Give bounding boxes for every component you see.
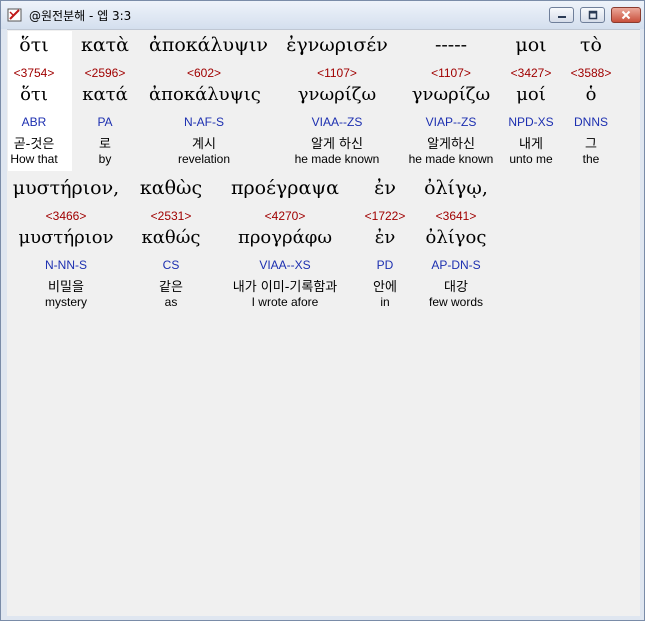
parsing-code: DNNS: [573, 115, 608, 129]
english-gloss: as: [164, 295, 178, 309]
lemma: καθώς: [141, 227, 201, 248]
korean-gloss: 알게 하신: [311, 137, 363, 152]
lemma: προγράφω: [237, 227, 333, 248]
english-gloss: I wrote afore: [251, 295, 319, 309]
strong-number: <3641>: [435, 209, 477, 223]
greek-word[interactable]: κατὰ: [50, 34, 160, 56]
lemma: κατά: [82, 84, 128, 105]
lemma: ἀποκάλυψις: [149, 84, 261, 105]
strong-number: <2596>: [84, 66, 126, 80]
greek-word[interactable]: προέγραψα: [230, 177, 340, 199]
strong-number: <602>: [186, 66, 222, 80]
parsing-code: VIAA--XS: [259, 258, 311, 272]
greek-word[interactable]: ὀλίγῳ,: [401, 177, 511, 199]
lemma: ὁ: [585, 84, 597, 105]
parsing-code: VIAA--ZS: [311, 115, 363, 129]
english-gloss: the: [582, 152, 600, 166]
greek-word[interactable]: ἀποκάλυψιν: [149, 34, 268, 56]
english-gloss: mystery: [45, 295, 87, 309]
korean-gloss: 비밀을: [48, 280, 84, 295]
strong-number: <2531>: [150, 209, 192, 223]
strong-number: <3466>: [45, 209, 87, 223]
korean-gloss: 로: [99, 137, 111, 152]
parsing-code: PA: [97, 115, 113, 129]
greek-word[interactable]: τὸ: [536, 34, 645, 56]
english-gloss: by: [98, 152, 112, 166]
close-icon: [621, 10, 631, 20]
strong-number: <1107>: [317, 66, 357, 80]
lemma: μυστήριον: [18, 227, 114, 248]
parsing-code: AP-DN-S: [431, 258, 481, 272]
parsing-code: N-NN-S: [45, 258, 87, 272]
korean-gloss: 계시: [192, 137, 216, 152]
english-gloss: few words: [428, 295, 484, 309]
minimize-button[interactable]: [549, 7, 574, 23]
maximize-icon: [588, 10, 597, 20]
app-window: @원전분해 - 엡 3:3 ὅτι <3754> ὅτι ABR 곧-것은 How tha…: [0, 0, 645, 621]
strong-number: <4270>: [264, 209, 306, 223]
korean-gloss: 그: [585, 137, 597, 152]
greek-word[interactable]: μυστήριον,: [11, 177, 121, 199]
lemma: ὀλίγος: [425, 227, 487, 248]
greek-word[interactable]: καθὼς: [116, 177, 226, 199]
korean-gloss: 같은: [159, 280, 183, 295]
parsing-panel: ὅτι <3754> ὅτι ABR 곧-것은 How that κατὰ <2596> κατ…: [7, 29, 640, 616]
korean-gloss: 대강: [444, 280, 468, 295]
korean-gloss: 내가 이미-기록함과: [232, 280, 338, 295]
maximize-button[interactable]: [580, 7, 605, 23]
close-button[interactable]: [611, 7, 641, 23]
english-gloss: revelation: [177, 152, 231, 166]
lemma: γνωρίζω: [297, 84, 377, 105]
minimize-icon: [557, 16, 566, 18]
parsing-code: CS: [162, 258, 180, 272]
parsing-code: N-AF-S: [184, 115, 224, 129]
greek-word[interactable]: ἐγνωρισέν: [282, 34, 392, 56]
title-bar[interactable]: @원전분해 - 엡 3:3: [1, 1, 644, 29]
app-icon: [7, 8, 22, 22]
window-title: @원전분해 - 엡 3:3: [29, 9, 132, 23]
english-gloss: he made known: [294, 152, 380, 166]
strong-number: <3588>: [570, 66, 612, 80]
